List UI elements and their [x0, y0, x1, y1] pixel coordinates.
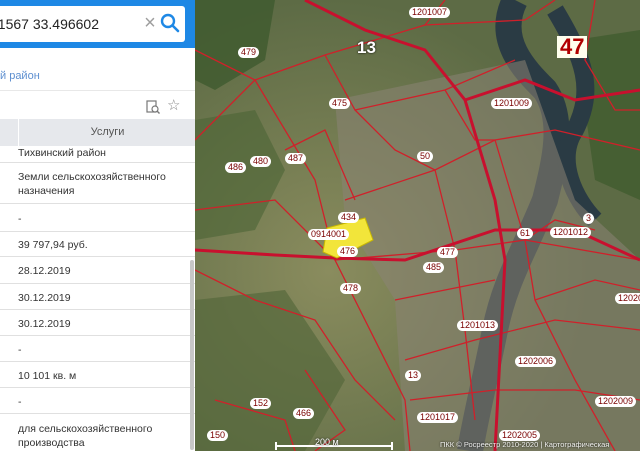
divider: [0, 361, 195, 362]
parcel-label[interactable]: 1202009: [595, 396, 637, 407]
info-panel: × й район ☆ Услуги Тихвинский район Земл…: [0, 0, 195, 451]
tab-services[interactable]: Услуги: [20, 119, 195, 146]
parcel-label[interactable]: 3: [583, 213, 595, 224]
search-bar: ×: [0, 0, 195, 48]
star-icon[interactable]: ☆: [167, 98, 183, 114]
parcel-label[interactable]: 487: [285, 153, 307, 164]
field-value: -: [18, 213, 22, 225]
divider: [0, 335, 195, 336]
parcel-label[interactable]: 1201012: [550, 227, 592, 238]
parcel-label[interactable]: 152: [250, 398, 272, 409]
parcel-label[interactable]: 479: [238, 47, 260, 58]
land-category-value: Земли сельскохозяйственного назначения: [18, 171, 166, 197]
date-value: 28.12.2019: [18, 265, 71, 277]
road-number-label: 13: [357, 38, 376, 57]
parcel-label[interactable]: 466: [293, 408, 315, 419]
parcel-label[interactable]: 1202007: [615, 293, 640, 304]
parcel-label[interactable]: 150: [207, 430, 229, 441]
divider: [0, 413, 195, 414]
permitted-use-value: для сельскохозяйственного производства: [18, 423, 153, 449]
tab-info[interactable]: [0, 119, 19, 146]
parcel-label[interactable]: 486: [225, 162, 247, 173]
parcel-label[interactable]: 475: [329, 98, 351, 109]
field-value: -: [18, 344, 22, 356]
divider: [0, 256, 195, 257]
clear-icon[interactable]: ×: [140, 12, 160, 34]
divider: [0, 387, 195, 388]
parcel-label[interactable]: 478: [340, 283, 362, 294]
date-value: 30.12.2019: [18, 292, 71, 304]
district-value: Тихвинский район: [18, 147, 106, 159]
divider: [0, 203, 195, 204]
divider: [0, 231, 195, 232]
print-icon[interactable]: [146, 100, 160, 114]
search-icon[interactable]: [160, 13, 180, 33]
parcel-label[interactable]: 485: [423, 262, 445, 273]
cadastral-cost-value: 39 797,94 руб.: [18, 239, 88, 251]
scrollbar[interactable]: [190, 260, 194, 450]
map-canvas[interactable]: [195, 0, 640, 451]
parcel-label[interactable]: 476: [337, 246, 359, 257]
copyright-text: ПКК © Росреестр 2010-2020 | Картографиче…: [440, 440, 610, 449]
divider: [0, 283, 195, 284]
region-link[interactable]: й район: [0, 70, 40, 82]
parcel-label[interactable]: 1201017: [417, 412, 459, 423]
date-value: 30.12.2019: [18, 318, 71, 330]
area-value: 10 101 кв. м: [18, 370, 77, 382]
parcel-label[interactable]: 1201007: [409, 7, 451, 18]
parcel-label[interactable]: 1201013: [457, 320, 499, 331]
divider: [0, 162, 195, 163]
parcel-label[interactable]: 1201009: [491, 98, 533, 109]
parcel-label[interactable]: 13: [405, 370, 422, 381]
scale-label: 200 м: [315, 437, 339, 447]
parcel-label[interactable]: 61: [517, 228, 534, 239]
tabs-row: Услуги: [0, 119, 195, 146]
parcel-label[interactable]: 434: [338, 212, 360, 223]
map-view[interactable]: 13 47 1201007 479 475 1201009 486 480 48…: [195, 0, 640, 451]
divider: [0, 309, 195, 310]
parcel-label[interactable]: 0914001: [308, 229, 350, 240]
parcel-label[interactable]: 480: [250, 156, 272, 167]
parcel-label[interactable]: 477: [437, 247, 459, 258]
parcel-label[interactable]: 1202006: [515, 356, 557, 367]
divider: [0, 90, 195, 91]
highway-badge: 47: [557, 36, 588, 58]
parcel-label[interactable]: 50: [417, 151, 434, 162]
field-value: -: [18, 396, 22, 408]
